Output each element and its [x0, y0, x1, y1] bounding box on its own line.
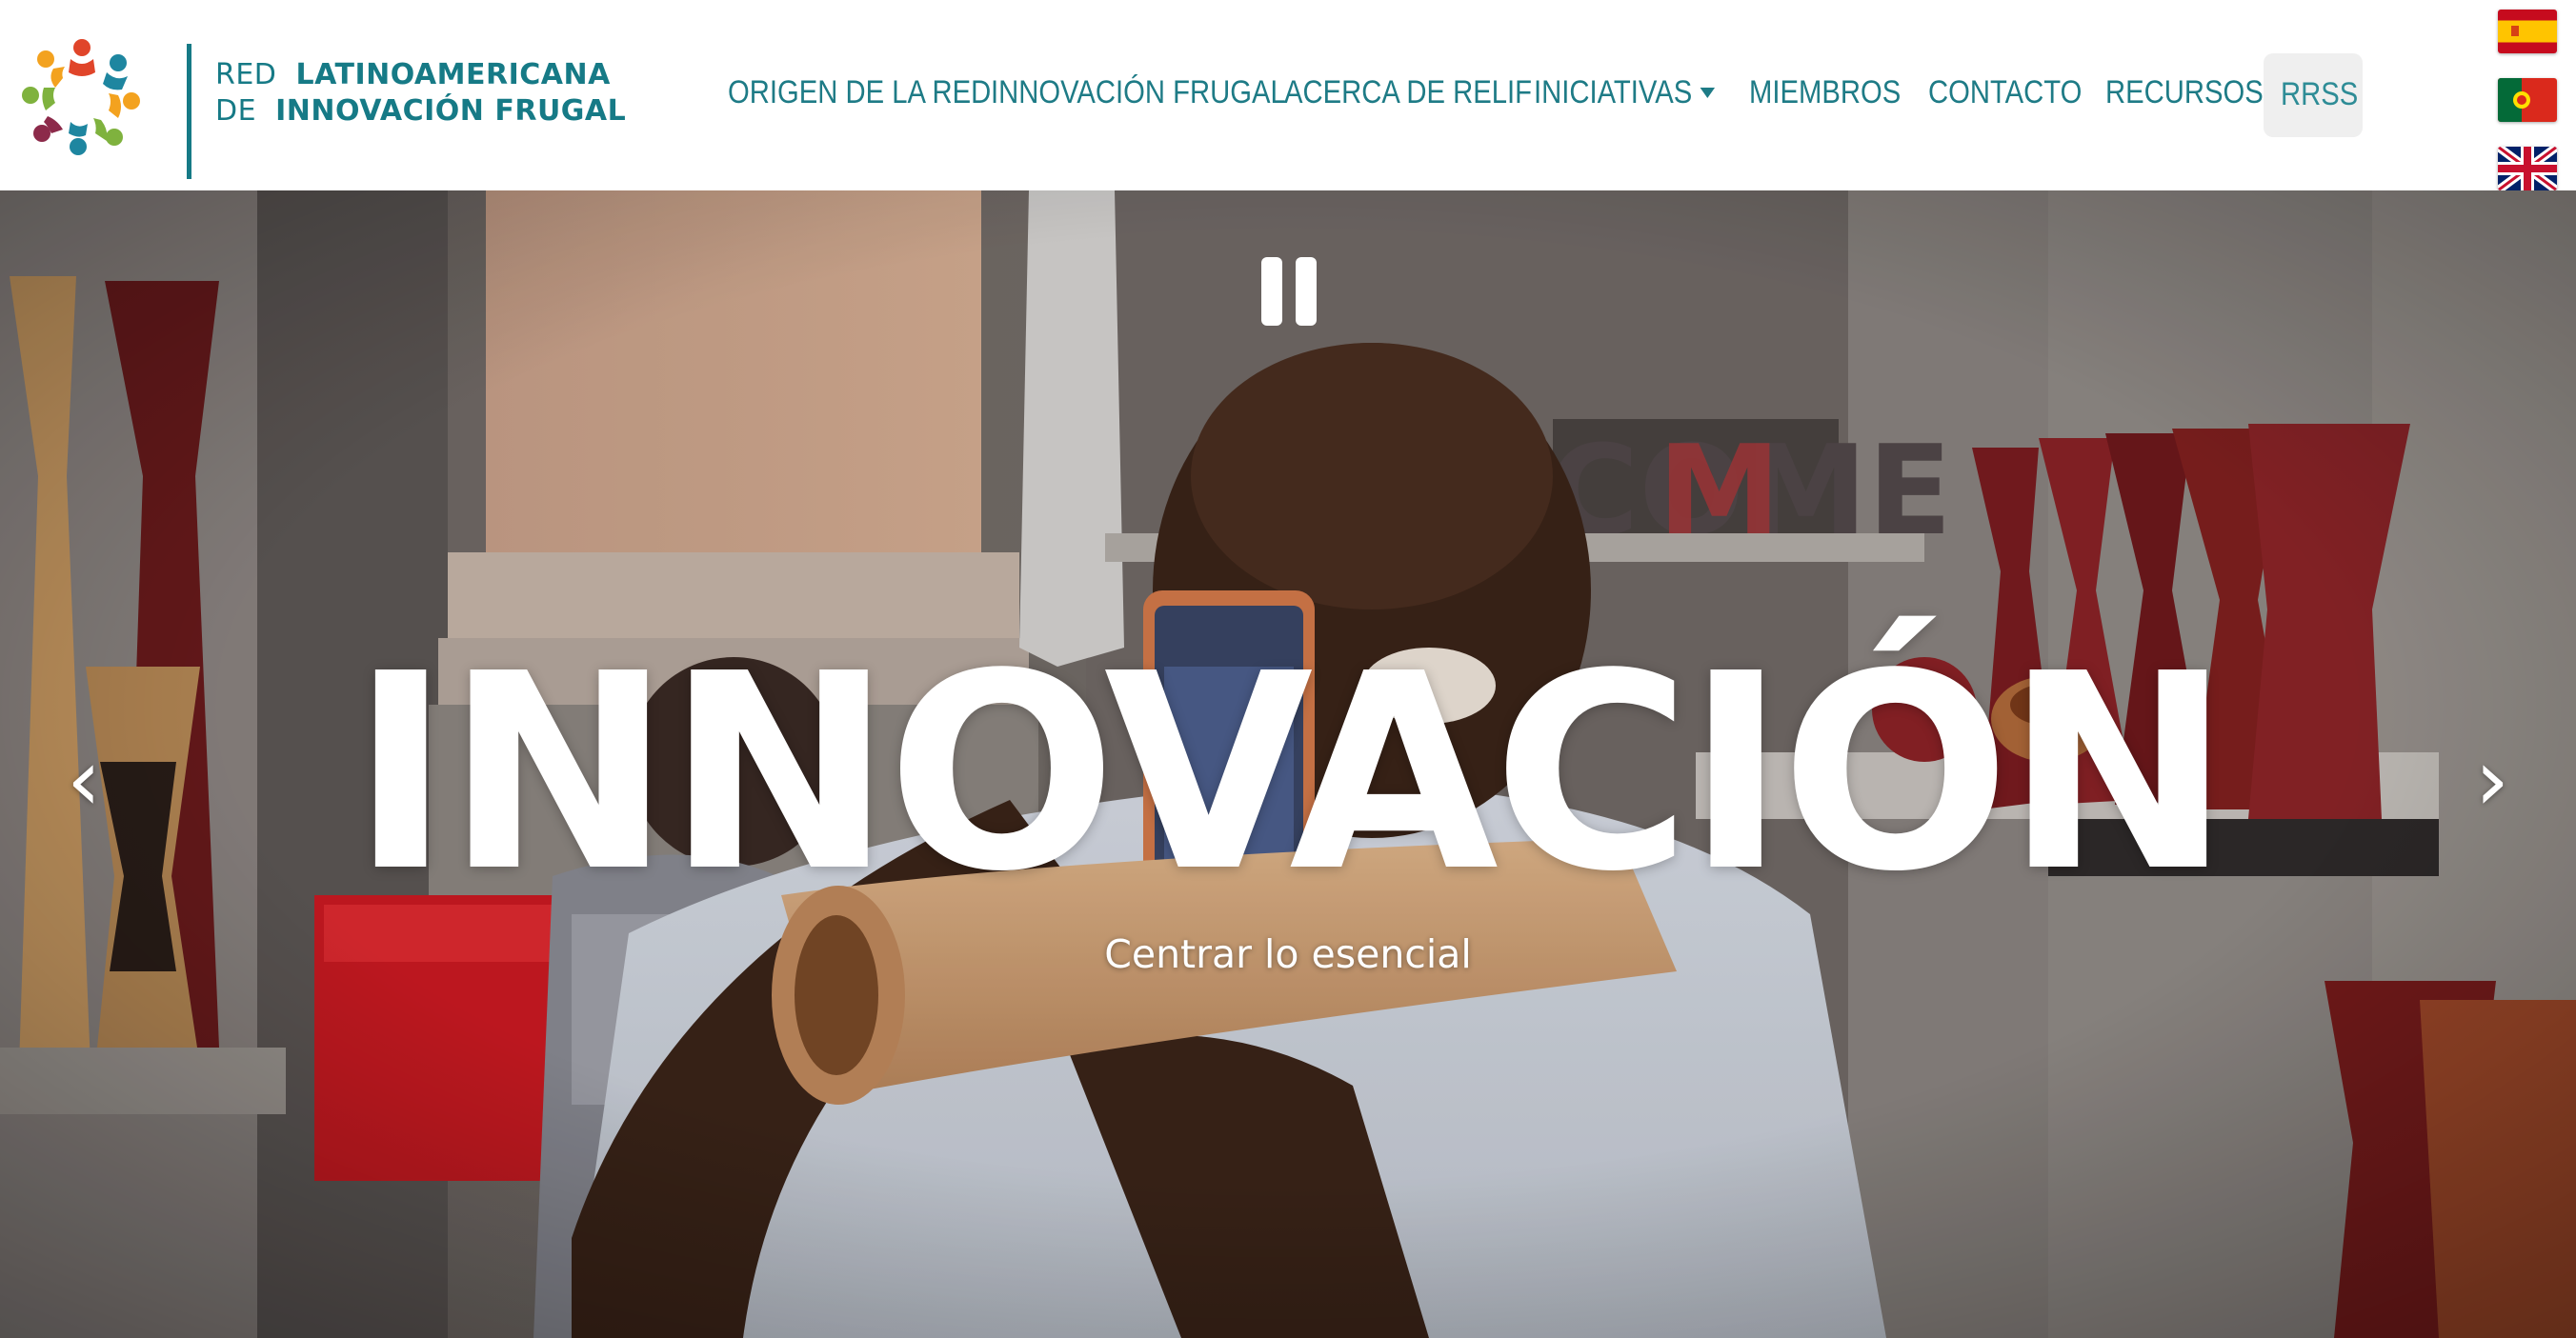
nav-iniciativas[interactable]: INICIATIVAS [1534, 74, 1716, 111]
nav-rrss-label: RRSS [2281, 76, 2359, 112]
pause-icon[interactable] [1258, 257, 1318, 333]
logo-line2-light: DE [215, 94, 257, 128]
flag-spain-icon[interactable] [2498, 10, 2557, 53]
language-switcher [2498, 10, 2561, 215]
hero-subtitle: Centrar lo esencial [1104, 931, 1472, 977]
nav-rrss-button[interactable]: RRSS [2264, 53, 2363, 137]
logo-divider [187, 44, 191, 179]
hero-title: INNOVACIÓN [350, 615, 2231, 930]
nav-acerca-de-relif[interactable]: ACERCA DE RELIF [1284, 74, 1532, 111]
carousel-next-icon[interactable]: › [2462, 733, 2523, 829]
nav-contacto[interactable]: CONTACTO [1928, 74, 2082, 111]
flag-uk-icon[interactable] [2498, 147, 2557, 190]
nav-miembros[interactable]: MIEMBROS [1749, 74, 1901, 111]
nav-recursos[interactable]: RECURSOS [2105, 74, 2264, 111]
logo-mark-icon [22, 39, 140, 155]
site-header: RED LATINOAMERICANA DE INNOVACIÓN FRUGAL… [0, 0, 2576, 190]
flag-portugal-icon[interactable] [2498, 78, 2557, 122]
carousel-prev-icon[interactable]: ‹ [53, 733, 114, 829]
nav-iniciativas-label: INICIATIVAS [1534, 74, 1693, 110]
logo-line2-bold: INNOVACIÓN FRUGAL [275, 94, 627, 128]
logo-wordmark: RED LATINOAMERICANA DE INNOVACIÓN FRUGAL [215, 57, 626, 130]
nav-innovacion-frugal[interactable]: INNOVACIÓN FRUGAL [991, 74, 1286, 111]
logo-line1-bold: LATINOAMERICANA [295, 58, 611, 91]
site-logo[interactable]: RED LATINOAMERICANA DE INNOVACIÓN FRUGAL [19, 34, 626, 179]
logo-line1-light: RED [215, 58, 277, 91]
hero-carousel: COME M [0, 190, 2576, 1338]
caret-down-icon [1700, 88, 1716, 98]
nav-origen-de-la-red[interactable]: ORIGEN DE LA RED [728, 74, 991, 111]
